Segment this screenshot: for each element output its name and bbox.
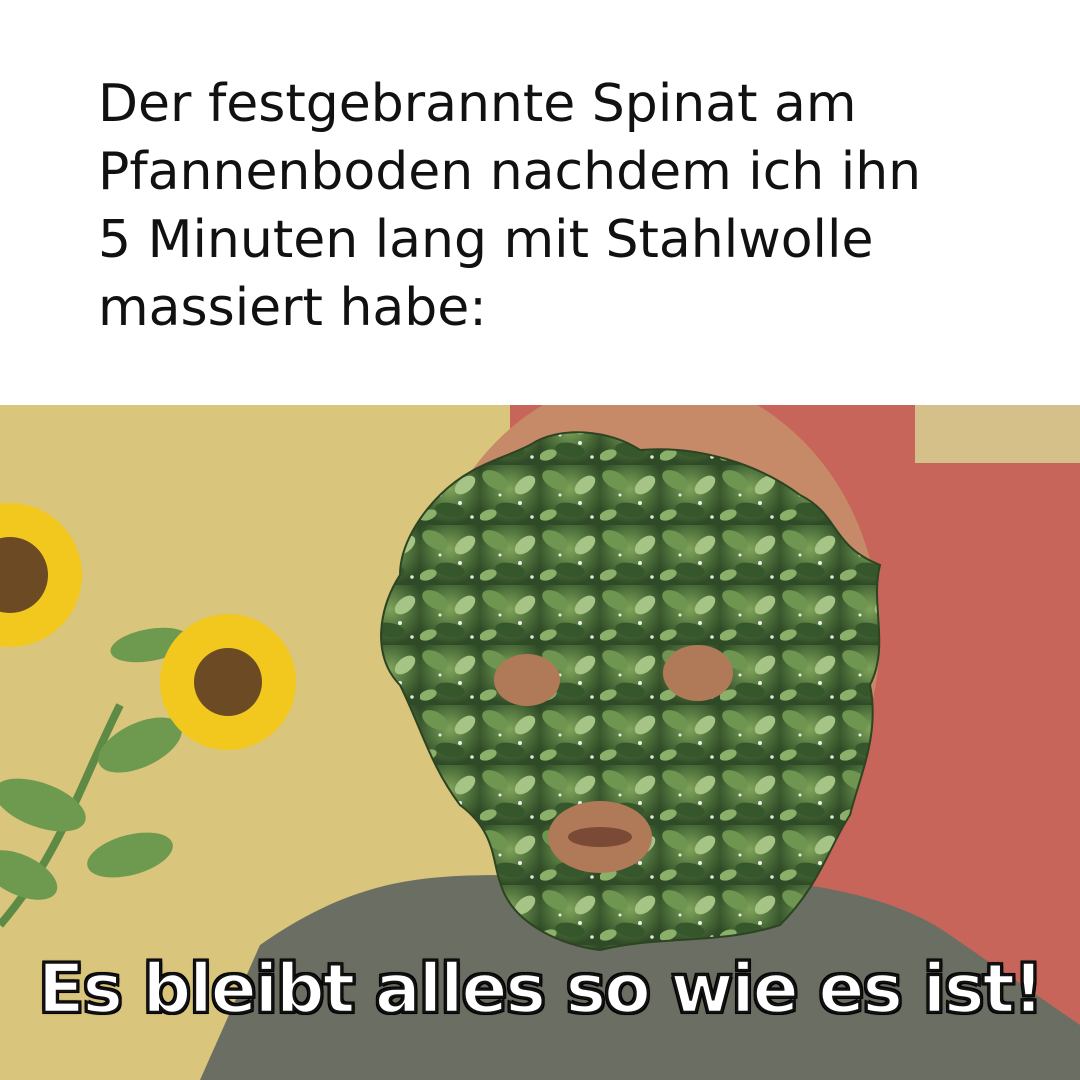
caption-area: Der festgebrannte Spinat am Pfannenboden…: [0, 0, 1080, 405]
eye-right-hole: [663, 645, 733, 701]
picture-frame: [915, 405, 1080, 463]
bottom-subtitle: Es bleibt alles so wie es ist!: [37, 949, 1046, 1031]
eye-left-hole: [494, 654, 560, 706]
sunflower-middle: [160, 614, 296, 750]
mouth-lips: [568, 827, 632, 847]
top-caption: Der festgebrannte Spinat am Pfannenboden…: [98, 74, 922, 338]
